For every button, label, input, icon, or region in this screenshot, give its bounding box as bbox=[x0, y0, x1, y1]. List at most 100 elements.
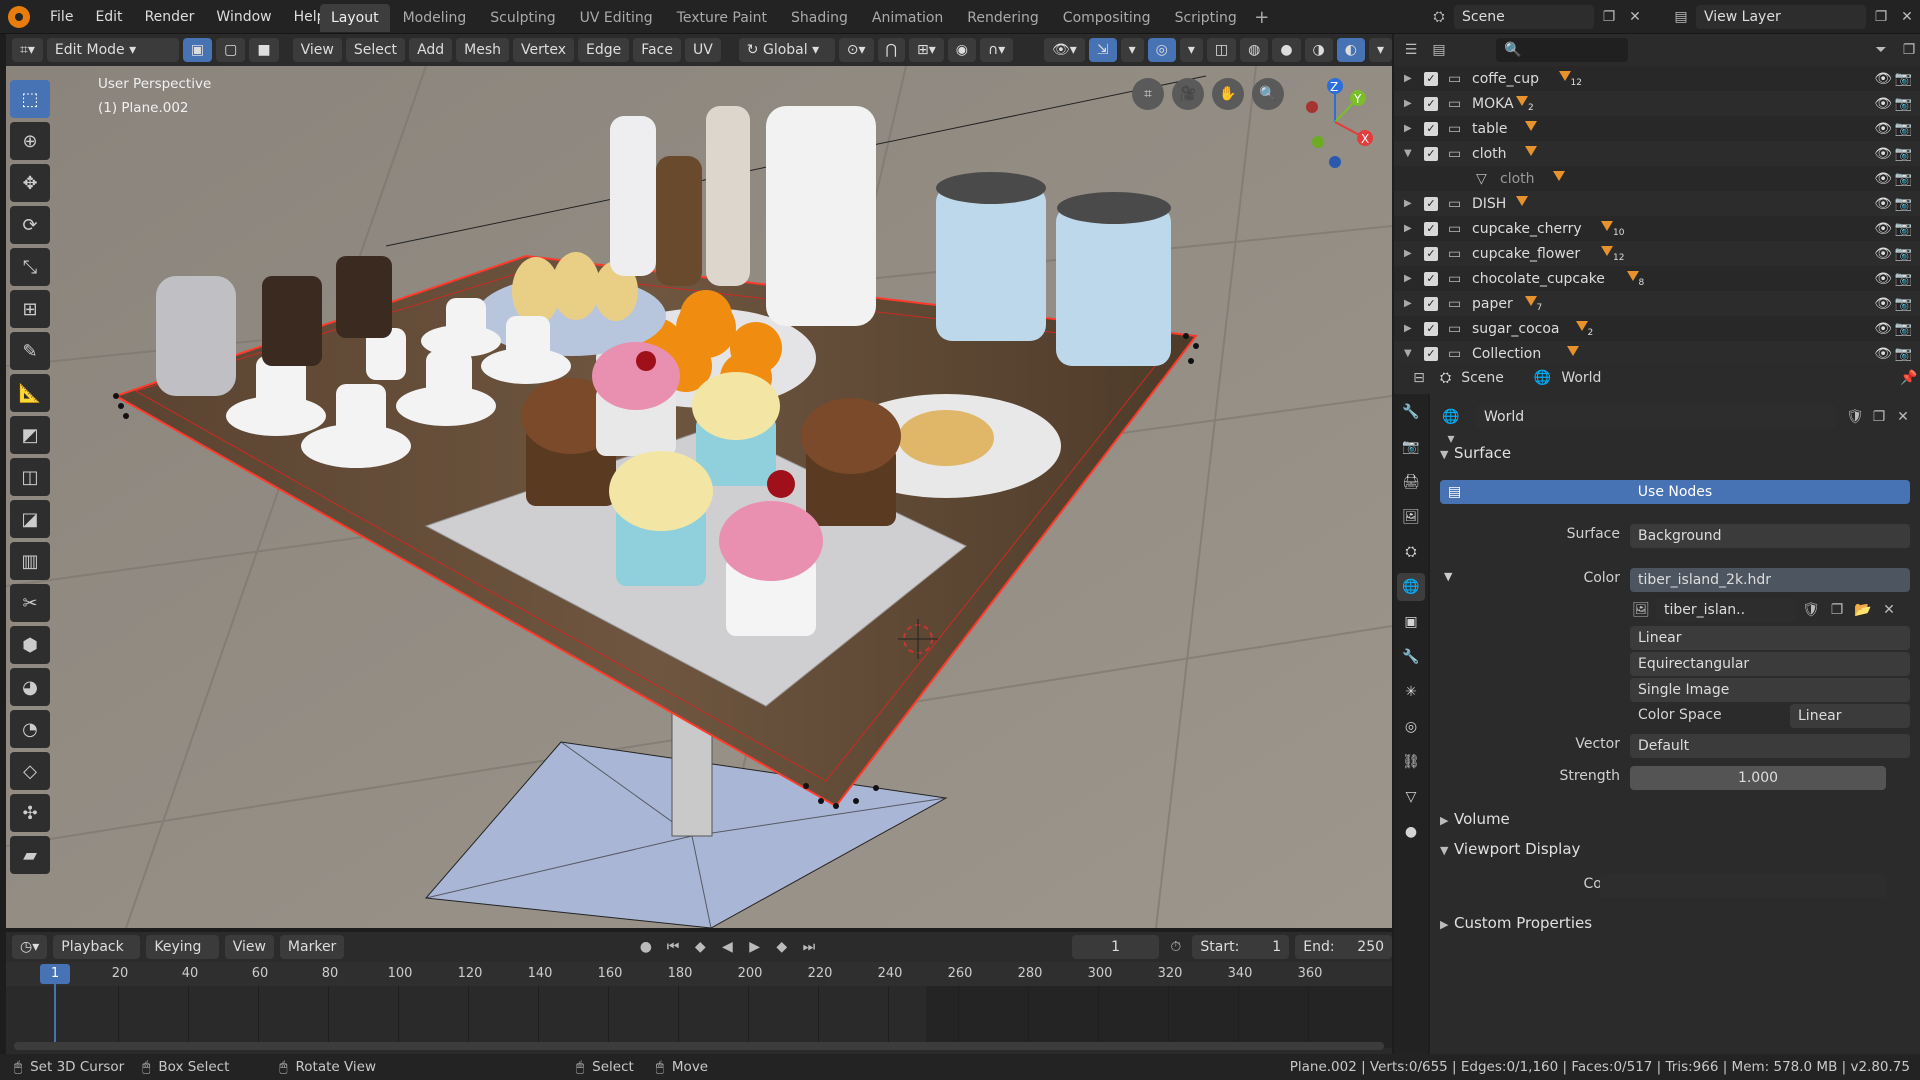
view-layer-icon[interactable]: ▤ bbox=[1670, 6, 1692, 28]
move-tool-icon[interactable]: ✥ bbox=[10, 164, 50, 202]
overlay-dropdown-icon[interactable]: ▾ bbox=[1179, 38, 1203, 62]
vector-field[interactable]: Default bbox=[1630, 734, 1910, 758]
breadcrumb-world[interactable]: World bbox=[1561, 370, 1601, 386]
editor-type-icon[interactable]: ⌗▾ bbox=[12, 38, 43, 62]
camera-icon[interactable]: 📷 bbox=[1895, 221, 1912, 237]
playback-menu[interactable]: Playback ▾ bbox=[53, 935, 141, 979]
bevel-tool-icon[interactable]: ◪ bbox=[10, 500, 50, 538]
marker-menu[interactable]: Marker bbox=[279, 935, 345, 959]
surface-panel-header[interactable]: ▼ Surface bbox=[1440, 444, 1511, 462]
material-shading-icon[interactable]: ◑ bbox=[1304, 38, 1333, 62]
camera-icon[interactable]: 📷 bbox=[1895, 121, 1912, 137]
stopwatch-icon[interactable]: ⏱ bbox=[1165, 936, 1186, 958]
menu-file[interactable]: File bbox=[40, 4, 83, 30]
eye-icon[interactable]: 👁 bbox=[1874, 296, 1892, 312]
expand-icon[interactable]: ▶ bbox=[1404, 73, 1412, 84]
image-unlink-icon[interactable]: ✕ bbox=[1878, 599, 1900, 621]
outliner-editor-icon[interactable]: ☰ bbox=[1400, 39, 1422, 61]
camera-icon[interactable]: 📷 bbox=[1895, 296, 1912, 312]
render-tab-icon[interactable]: 📷 bbox=[1397, 433, 1425, 461]
camera-icon[interactable]: 📷 bbox=[1895, 171, 1912, 187]
volume-panel-header[interactable]: ▶ Volume bbox=[1440, 810, 1510, 828]
play-icon[interactable]: ▶ bbox=[744, 936, 765, 958]
image-name-field[interactable]: tiber_islan.. bbox=[1656, 598, 1796, 622]
material-tab-icon[interactable]: ● bbox=[1397, 818, 1425, 846]
camera-icon[interactable]: 📷 bbox=[1895, 271, 1912, 287]
view-menu[interactable]: View bbox=[292, 38, 342, 62]
snap-icon[interactable]: ⋂ bbox=[877, 38, 906, 62]
gizmo-dropdown-icon[interactable]: ▾ bbox=[1120, 38, 1144, 62]
add-menu[interactable]: Add bbox=[409, 38, 453, 62]
tab-layout[interactable]: Layout bbox=[320, 4, 390, 32]
jump-end-icon[interactable]: ⏭ bbox=[798, 936, 819, 958]
vertex-menu[interactable]: Vertex bbox=[513, 38, 575, 62]
world-tab-icon[interactable]: 🌐 bbox=[1397, 573, 1425, 601]
timeline[interactable]: 1 20 40 60 80 100 120 140 160 180 200 220 240 260 280… bbox=[6, 962, 1392, 1054]
expand-icon[interactable]: ▶ bbox=[1404, 198, 1412, 209]
strength-field[interactable]: 1.000 bbox=[1630, 766, 1886, 790]
tab-sculpting[interactable]: Sculpting bbox=[479, 4, 566, 32]
outliner-row[interactable]: ▶ ✓ ▭ MOKA 2 👁 📷 bbox=[1394, 91, 1920, 116]
eye-icon[interactable]: 👁 bbox=[1874, 346, 1892, 362]
modifier-tab-icon[interactable]: 🔧 bbox=[1397, 643, 1425, 671]
cursor-tool-icon[interactable]: ⊕ bbox=[10, 122, 50, 160]
eye-icon[interactable]: 👁 bbox=[1874, 196, 1892, 212]
camera-icon[interactable]: 📷 bbox=[1895, 146, 1912, 162]
solid-shading-icon[interactable]: ● bbox=[1272, 38, 1301, 62]
outliner-row[interactable]: ▶ ✓ ▭ cupcake_cherry 10 👁 📷 bbox=[1394, 216, 1920, 241]
ortho-toggle-icon[interactable]: ⌗ bbox=[1132, 78, 1164, 110]
menu-edit[interactable]: Edit bbox=[85, 4, 132, 30]
projection-dropdown[interactable]: Equirectangular bbox=[1630, 652, 1910, 676]
checkbox-icon[interactable]: ✓ bbox=[1424, 221, 1438, 236]
wireframe-shading-icon[interactable]: ◍ bbox=[1240, 38, 1269, 62]
outliner-row[interactable]: ▶ ✓ ▭ paper 7 👁 📷 bbox=[1394, 291, 1920, 316]
outliner-row[interactable]: ▶ ✓ ▭ DISH 👁 📷 bbox=[1394, 191, 1920, 216]
surface-shader-field[interactable]: Background bbox=[1630, 524, 1910, 548]
shading-dropdown-icon[interactable]: ▾ bbox=[1368, 38, 1392, 62]
constraints-tab-icon[interactable]: ⛓ bbox=[1397, 748, 1425, 776]
eye-icon[interactable]: 👁 bbox=[1874, 246, 1892, 262]
tab-modeling[interactable]: Modeling bbox=[392, 4, 478, 32]
end-frame-field[interactable]: End: 250 bbox=[1295, 935, 1393, 959]
tab-animation[interactable]: Animation bbox=[861, 4, 954, 32]
expand-icon[interactable]: ▶ bbox=[1404, 223, 1412, 234]
rotate-tool-icon[interactable]: ⟳ bbox=[10, 206, 50, 244]
scene-name-field[interactable]: Scene bbox=[1454, 5, 1594, 29]
menu-window[interactable]: Window bbox=[206, 4, 281, 30]
checkbox-icon[interactable]: ✓ bbox=[1424, 346, 1438, 361]
image-browse-icon[interactable]: 🖼▾ bbox=[1630, 599, 1652, 640]
output-tab-icon[interactable]: 🖨 bbox=[1397, 468, 1425, 496]
smooth-tool-icon[interactable]: ◔ bbox=[10, 710, 50, 748]
eye-icon[interactable]: 👁 bbox=[1874, 171, 1892, 187]
tab-rendering[interactable]: Rendering bbox=[956, 4, 1050, 32]
object-tab-icon[interactable]: ▣ bbox=[1397, 608, 1425, 636]
camera-icon[interactable]: 📷 bbox=[1895, 346, 1912, 362]
spin-tool-icon[interactable]: ◕ bbox=[10, 668, 50, 706]
pivot-icon[interactable]: ⊙▾ bbox=[838, 38, 874, 62]
checkbox-icon[interactable]: ✓ bbox=[1424, 246, 1438, 261]
checkbox-icon[interactable]: ✓ bbox=[1424, 271, 1438, 286]
uv-menu[interactable]: UV bbox=[684, 38, 721, 62]
falloff-icon[interactable]: ∩▾ bbox=[980, 38, 1014, 62]
mesh-menu[interactable]: Mesh bbox=[456, 38, 510, 62]
particles-tab-icon[interactable]: ✳ bbox=[1397, 678, 1425, 706]
annotate-tool-icon[interactable]: ✎ bbox=[10, 332, 50, 370]
camera-icon[interactable]: 📷 bbox=[1895, 71, 1912, 87]
keying-menu[interactable]: Keying ▾ bbox=[146, 935, 219, 979]
shrink-fatten-tool-icon[interactable]: ✣ bbox=[10, 794, 50, 832]
outliner-row[interactable]: ▽ cloth 👁 📷 bbox=[1394, 166, 1920, 191]
eye-icon[interactable]: 👁 bbox=[1874, 121, 1892, 137]
world-name-field[interactable]: World bbox=[1476, 405, 1836, 429]
checkbox-icon[interactable]: ✓ bbox=[1424, 196, 1438, 211]
vd-color-swatch[interactable] bbox=[1600, 874, 1886, 898]
start-frame-field[interactable]: Start: 1 bbox=[1192, 935, 1290, 959]
eye-icon[interactable]: 👁 bbox=[1874, 271, 1892, 287]
checkbox-icon[interactable]: ✓ bbox=[1424, 121, 1438, 136]
source-dropdown[interactable]: Single Image bbox=[1630, 678, 1910, 702]
3d-viewport[interactable]: User Perspective (1) Plane.002 ⌗ 🎥 ✋ 🔍 Z… bbox=[6, 66, 1392, 928]
view-layer-field[interactable]: View Layer bbox=[1696, 5, 1866, 29]
expand-icon[interactable]: ▶ bbox=[1404, 323, 1412, 334]
image-open-icon[interactable]: 📂 bbox=[1852, 599, 1874, 621]
color-texture-field[interactable]: tiber_island_2k.hdr bbox=[1630, 568, 1910, 592]
next-keyframe-icon[interactable]: ◆ bbox=[771, 936, 792, 958]
